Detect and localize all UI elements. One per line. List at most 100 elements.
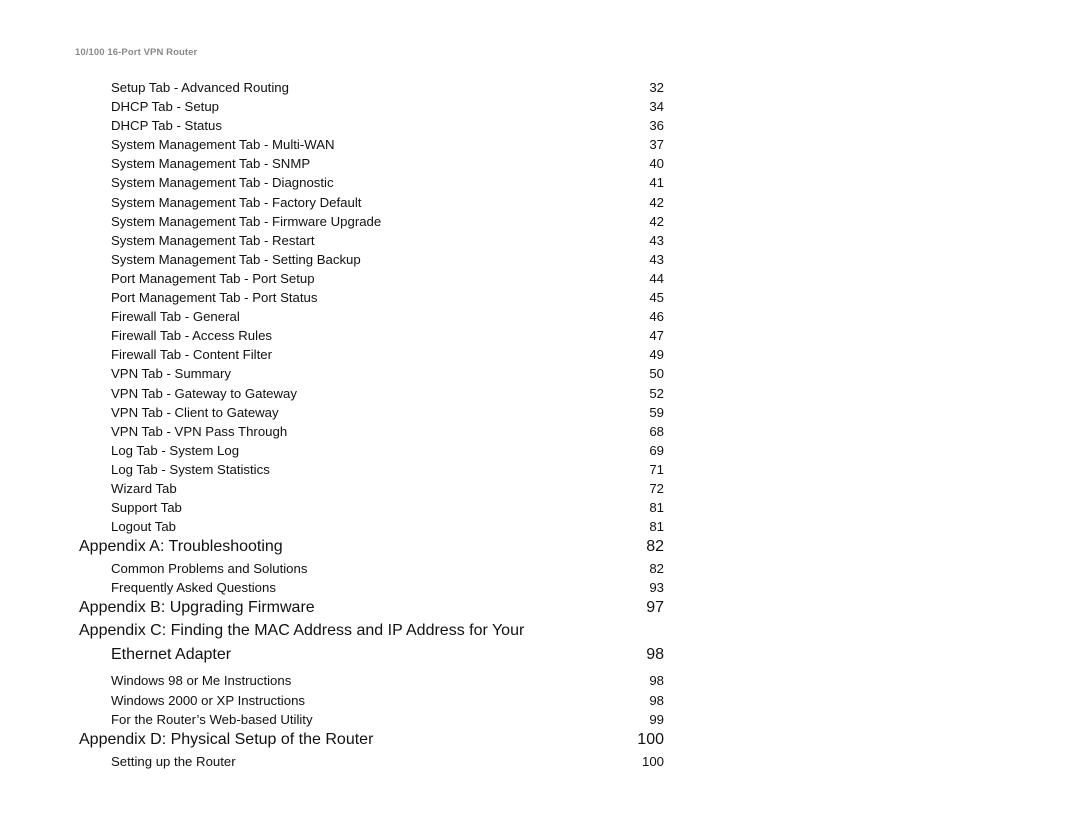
toc-entry[interactable]: Wizard Tab 72 [79, 479, 664, 498]
toc-entry-title: VPN Tab - Gateway to Gateway [111, 385, 297, 401]
toc-entry[interactable]: Firewall Tab - Content Filter 49 [79, 345, 664, 364]
toc-section-entry[interactable]: Ethernet Adapter 98 [79, 644, 664, 671]
toc-page-number: 98 [646, 646, 664, 664]
toc-entry-title: System Management Tab - Factory Default [111, 194, 362, 210]
toc-page-number: 43 [649, 251, 664, 267]
toc-page-number: 52 [649, 385, 664, 401]
toc-entry[interactable]: Logout Tab 81 [79, 517, 664, 536]
toc-page-number: 71 [649, 461, 664, 477]
toc-entry[interactable]: Firewall Tab - Access Rules 47 [79, 326, 664, 345]
toc-page-number: 49 [649, 347, 664, 363]
toc-entry[interactable]: Windows 2000 or XP Instructions 98 [79, 691, 664, 710]
toc-entry-title: VPN Tab - Client to Gateway [111, 404, 279, 420]
toc-page-number: 97 [646, 599, 664, 617]
toc-entry[interactable]: Log Tab - System Statistics 71 [79, 460, 664, 479]
toc-entry-title: VPN Tab - VPN Pass Through [111, 423, 288, 439]
toc-page-number: 34 [649, 99, 664, 115]
toc-entry-title: Firewall Tab - Access Rules [111, 328, 272, 344]
toc-entry[interactable]: System Management Tab - Setting Backup 43 [79, 250, 664, 269]
toc-page-number: 98 [649, 692, 664, 708]
toc-page-number: 68 [649, 423, 664, 439]
toc-entry-title: Windows 2000 or XP Instructions [111, 692, 306, 708]
toc-entry-title: Appendix D: Physical Setup of the Router [79, 730, 374, 748]
toc-page-number: 100 [641, 753, 664, 769]
toc-page-number: 99 [649, 711, 664, 727]
toc-entry[interactable]: Frequently Asked Questions 93 [79, 578, 664, 597]
toc-entry-title: DHCP Tab - Status [111, 118, 222, 134]
toc-entry-title: Wizard Tab [111, 480, 177, 496]
toc-entry-title: Firewall Tab - General [111, 309, 240, 325]
toc-entry-title: For the Router’s Web-based Utility [111, 711, 313, 727]
toc-entry[interactable]: System Management Tab - Firmware Upgrade… [79, 212, 664, 231]
running-header: 10/100 16-Port VPN Router [75, 47, 198, 58]
toc-entry[interactable]: Port Management Tab - Port Setup 44 [79, 269, 664, 288]
toc-page-number: 47 [649, 328, 664, 344]
toc-entry-title: Appendix A: Troubleshooting [79, 538, 283, 556]
toc-entry[interactable]: VPN Tab - Gateway to Gateway 52 [79, 384, 664, 403]
toc-page-number: 42 [649, 213, 664, 229]
toc-entry-title: Windows 98 or Me Instructions [111, 673, 292, 689]
toc-entry-title: Setup Tab - Advanced Routing [111, 80, 289, 95]
toc-entry-title: Setting up the Router [111, 753, 236, 769]
toc-entry[interactable]: Firewall Tab - General 46 [79, 307, 664, 326]
toc-entry[interactable]: Windows 98 or Me Instructions 98 [79, 671, 664, 690]
toc-entry[interactable]: Setup Tab - Advanced Routing 32 [79, 78, 664, 97]
toc-page-number: 43 [649, 232, 664, 248]
toc-page-number: 82 [646, 538, 664, 556]
toc-page-number: 36 [649, 118, 664, 134]
toc-entry-title: System Management Tab - Diagnostic [111, 175, 334, 191]
toc-entry-title: Ethernet Adapter [111, 646, 232, 664]
toc-section-entry[interactable]: Appendix B: Upgrading Firmware 97 [79, 599, 664, 620]
toc-entry[interactable]: System Management Tab - Restart 43 [79, 231, 664, 250]
toc-page-number: 41 [649, 175, 664, 191]
toc-entry[interactable]: Log Tab - System Log 69 [79, 441, 664, 460]
toc-page-number: 72 [649, 480, 664, 496]
toc-page-number: 98 [649, 673, 664, 689]
toc-entry-title: Appendix B: Upgrading Firmware [79, 599, 315, 617]
toc-page-number: 93 [649, 580, 664, 596]
toc-entry[interactable]: System Management Tab - Multi-WAN 37 [79, 135, 664, 154]
toc-entry[interactable]: VPN Tab - Client to Gateway 59 [79, 403, 664, 422]
toc-entry[interactable]: VPN Tab - Summary 50 [79, 364, 664, 383]
toc-entry[interactable]: Common Problems and Solutions 82 [79, 559, 664, 578]
toc-entry-title: System Management Tab - Setting Backup [111, 251, 361, 267]
toc-entry[interactable]: System Management Tab - Diagnostic 41 [79, 173, 664, 192]
toc-entry[interactable]: Port Management Tab - Port Status 45 [79, 288, 664, 307]
toc-entry[interactable]: DHCP Tab - Status 36 [79, 116, 664, 135]
toc-entry-title: Port Management Tab - Port Status [111, 290, 318, 306]
toc-entry-title: Support Tab [111, 500, 182, 516]
toc-entry[interactable]: DHCP Tab - Setup 34 [79, 97, 664, 116]
toc-entry-title: Port Management Tab - Port Setup [111, 270, 315, 286]
toc-page-number: 46 [649, 309, 664, 325]
toc-page-number: 32 [649, 80, 664, 95]
toc-page-number: 42 [649, 194, 664, 210]
toc-entry-title: System Management Tab - Firmware Upgrade [111, 213, 382, 229]
toc-page-number: 81 [649, 500, 664, 516]
toc-page-number: 45 [649, 290, 664, 306]
toc-entry-title: System Management Tab - SNMP [111, 156, 311, 172]
toc-page-number: 59 [649, 404, 664, 420]
toc-entry[interactable]: Support Tab 81 [79, 498, 664, 517]
toc-section-entry[interactable]: Appendix D: Physical Setup of the Router… [79, 731, 664, 752]
toc-entry-title: Log Tab - System Log [111, 442, 240, 458]
toc-entry-title: Common Problems and Solutions [111, 561, 308, 577]
table-of-contents: Setup Tab - Advanced Routing 32 DHCP Tab -… [79, 78, 664, 771]
toc-page-number: 37 [649, 137, 664, 153]
toc-page-number: 69 [649, 442, 664, 458]
toc-entry[interactable]: System Management Tab - SNMP 40 [79, 154, 664, 173]
toc-page-number: 82 [649, 561, 664, 577]
toc-page-number: 50 [649, 366, 664, 382]
toc-entry[interactable]: Setting up the Router 100 [79, 752, 664, 771]
toc-entry[interactable]: System Management Tab - Factory Default 4… [79, 193, 664, 212]
toc-page-number: 44 [649, 270, 664, 286]
toc-section-entry[interactable]: Appendix A: Troubleshooting 82 [79, 538, 664, 559]
toc-entry[interactable]: For the Router’s Web-based Utility 99 [79, 710, 664, 729]
toc-entry-title: Log Tab - System Statistics [111, 461, 270, 477]
toc-entry[interactable]: VPN Tab - VPN Pass Through 68 [79, 422, 664, 441]
toc-section-entry[interactable]: Appendix C: Finding the MAC Address and … [79, 622, 664, 644]
toc-page-number: 100 [637, 730, 664, 748]
toc-entry-title: DHCP Tab - Setup [111, 99, 219, 115]
toc-page-number: 40 [649, 156, 664, 172]
toc-entry-title: System Management Tab - Restart [111, 232, 315, 248]
toc-entry-title: Logout Tab [111, 519, 177, 535]
